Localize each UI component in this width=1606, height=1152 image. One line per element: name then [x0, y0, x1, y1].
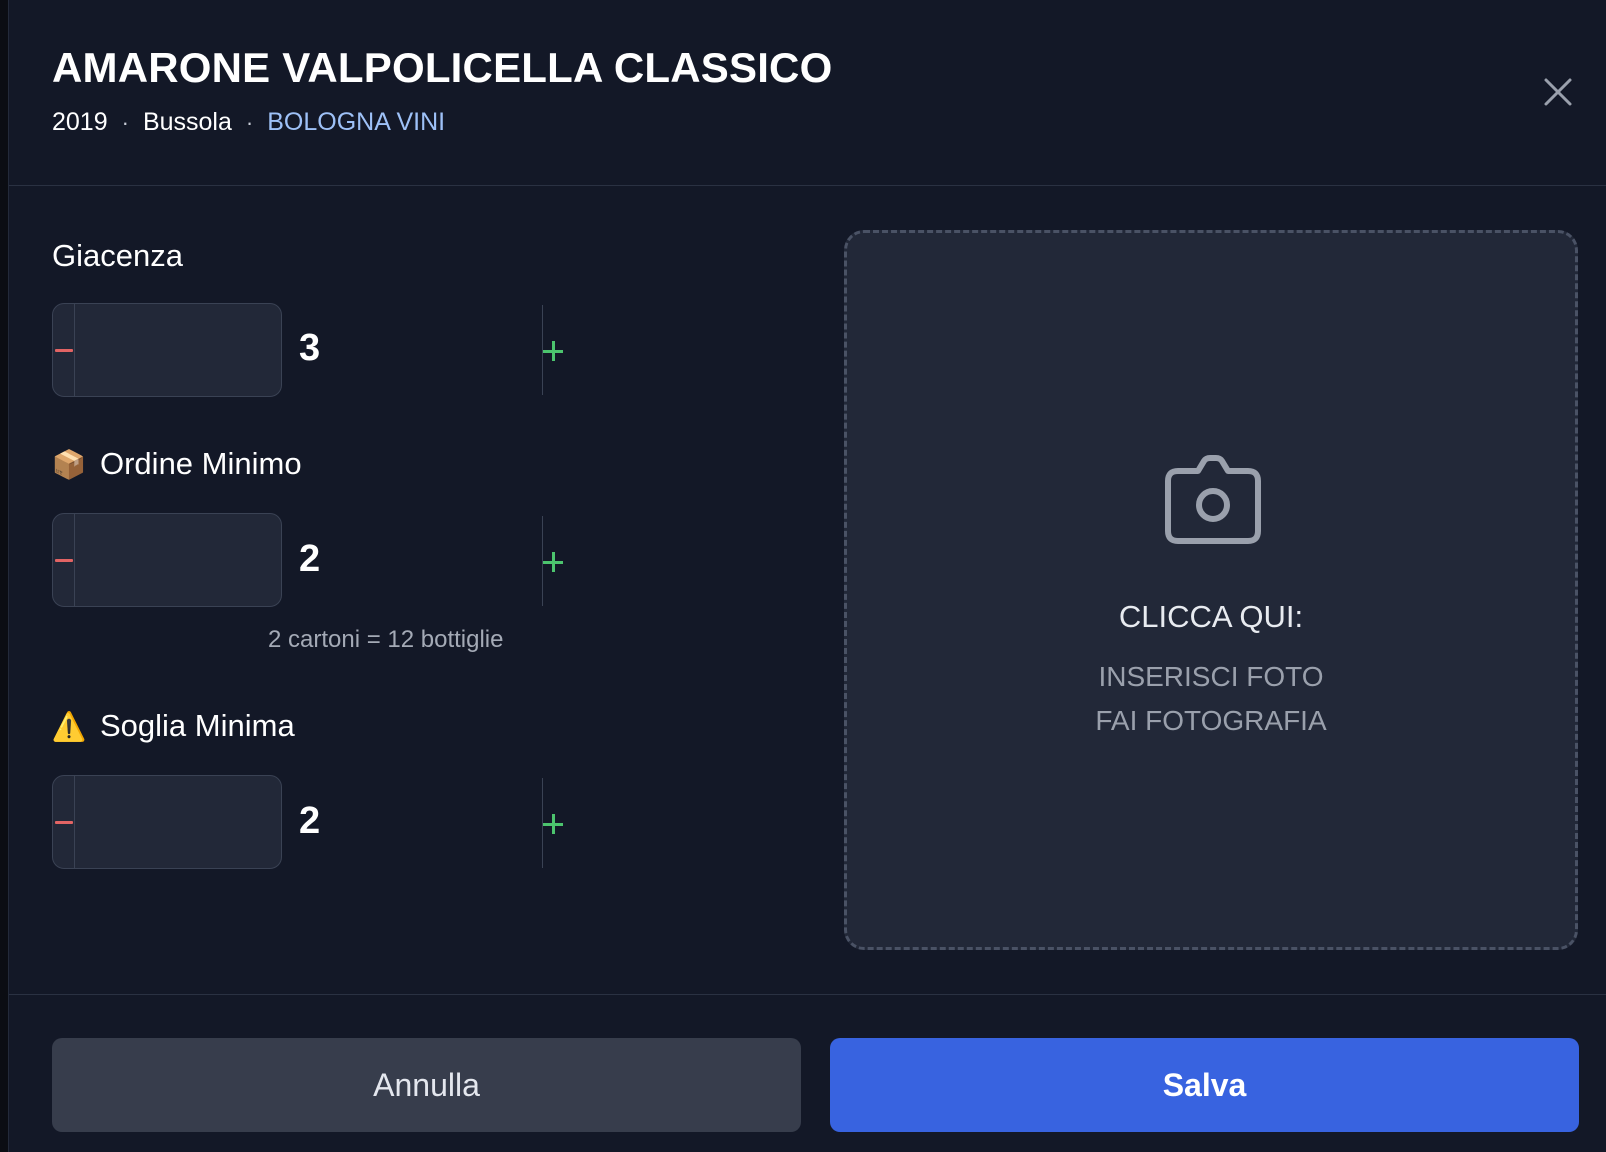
dropzone-take-photo: FAI FOTOGRAFIA — [1095, 705, 1327, 736]
meta-separator: · — [121, 109, 129, 135]
modal-header: AMARONE VALPOLICELLA CLASSICO 2019 · Bus… — [9, 0, 1606, 186]
soglia-minima-minus-button[interactable] — [53, 776, 75, 868]
producer: Bussola — [142, 108, 232, 136]
minus-icon — [54, 348, 73, 352]
edit-wine-modal: AMARONE VALPOLICELLA CLASSICO 2019 · Bus… — [8, 0, 1606, 1152]
vintage: 2019 — [52, 108, 108, 136]
ordine-minimo-hint: 2 cartoni = 12 bottiglie — [268, 626, 504, 653]
wine-title: AMARONE VALPOLICELLA CLASSICO — [52, 44, 833, 91]
giacenza-plus-button[interactable] — [541, 339, 567, 365]
soglia-minima-value: 2 — [299, 800, 321, 842]
ordine-minimo-input[interactable] — [52, 513, 282, 607]
giacenza-minus-button[interactable] — [53, 304, 75, 396]
giacenza-input[interactable] — [52, 303, 282, 397]
wine-meta: 2019 · Bussola · BOLOGNA VINI — [52, 108, 445, 137]
giacenza-value: 3 — [299, 327, 321, 369]
soglia-minima-input[interactable] — [52, 775, 282, 869]
photo-dropzone[interactable]: CLICCA QUI: INSERISCI FOTO FAI FOTOGRAFI… — [844, 230, 1578, 950]
ordine-minimo-minus-button[interactable] — [53, 514, 75, 606]
camera-icon — [1165, 455, 1261, 544]
warning-icon: ⚠️ — [51, 710, 87, 742]
ordine-minimo-value: 2 — [299, 538, 321, 580]
cancel-button[interactable]: Annulla — [52, 1038, 801, 1132]
giacenza-label-text: Giacenza — [52, 238, 183, 273]
giacenza-label: Giacenza — [52, 238, 183, 274]
close-icon — [1544, 78, 1572, 106]
close-button[interactable] — [1540, 74, 1576, 110]
ordine-minimo-label: 📦 Ordine Minimo — [52, 446, 302, 482]
footer-divider — [9, 994, 1606, 995]
soglia-minima-plus-button[interactable] — [541, 812, 567, 838]
ordine-minimo-plus-button[interactable] — [541, 550, 567, 576]
minus-icon — [54, 558, 73, 562]
soglia-minima-label-text: Soglia Minima — [100, 708, 295, 743]
dropzone-title: CLICCA QUI: — [1118, 599, 1304, 634]
save-button[interactable]: Salva — [830, 1038, 1579, 1132]
package-icon: 📦 — [51, 448, 87, 480]
meta-separator: · — [245, 109, 254, 135]
ordine-minimo-label-text: Ordine Minimo — [100, 446, 302, 481]
dropzone-insert-photo: INSERISCI FOTO — [1098, 661, 1324, 692]
minus-icon — [54, 820, 73, 824]
soglia-minima-label: ⚠️ Soglia Minima — [52, 708, 295, 744]
supplier-link[interactable]: BOLOGNA VINI — [267, 108, 445, 137]
